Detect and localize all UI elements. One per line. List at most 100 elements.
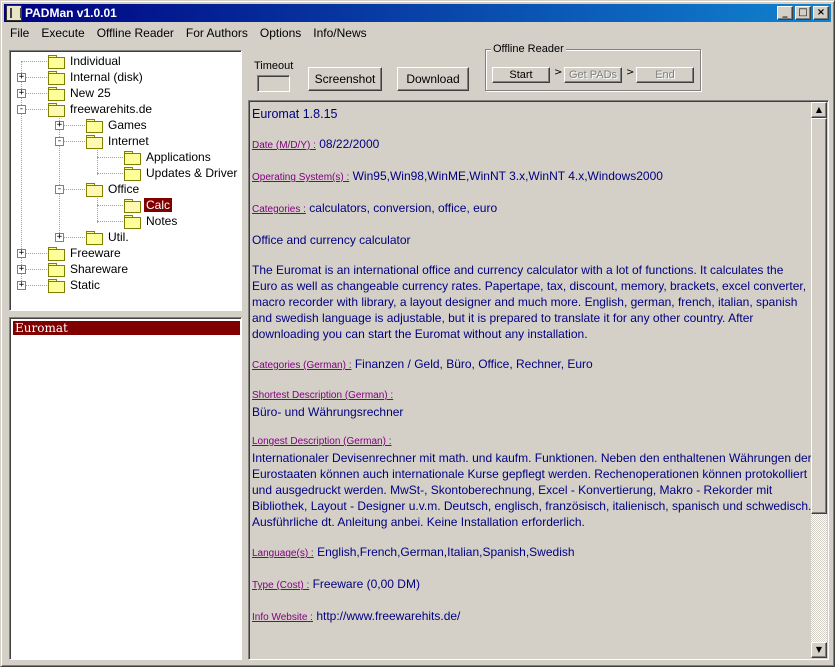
scroll-down-icon[interactable]: ▼ [811, 642, 827, 658]
open-folder-icon [124, 199, 141, 213]
date-field: Date (M/D/Y) : 08/22/2000 [252, 136, 812, 154]
folder-icon [124, 167, 141, 181]
timeout-label: Timeout [254, 60, 294, 72]
timeout-indicator [257, 75, 290, 92]
expand-icon[interactable]: + [17, 281, 26, 290]
tree-item-internal-disk[interactable]: Internal (disk) [48, 69, 145, 85]
pad-detail-view[interactable]: Euromat 1.8.15 Date (M/D/Y) : 08/22/2000… [248, 100, 829, 660]
scrollbar-thumb[interactable] [811, 118, 827, 514]
program-list[interactable]: Euromat [9, 317, 242, 660]
collapse-icon[interactable]: - [55, 185, 64, 194]
folder-icon [86, 119, 103, 133]
type-label: Type (Cost) : [252, 580, 310, 591]
folder-icon [48, 87, 65, 101]
tree-item-games[interactable]: Games [86, 117, 149, 133]
menu-offline-reader[interactable]: Offline Reader [91, 26, 180, 40]
offline-reader-title: Offline Reader [491, 43, 566, 55]
tree-item-applications[interactable]: Applications [124, 149, 213, 165]
categories-de-label: Categories (German) : [252, 360, 352, 371]
tree-item-updates-driver[interactable]: Updates & Driver [124, 165, 239, 181]
expand-icon[interactable]: + [17, 73, 26, 82]
tree-item-label: Util. [108, 230, 129, 244]
type-value: Freeware (0,00 DM) [312, 577, 420, 591]
tree-item-label: Office [108, 182, 140, 196]
tree-item-label: Individual [70, 54, 121, 68]
date-value: 08/22/2000 [319, 137, 380, 151]
folder-icon [86, 231, 103, 245]
folder-icon [48, 263, 65, 277]
short-de-value: Büro- und Währungsrechner [252, 405, 404, 419]
expand-icon[interactable]: + [17, 89, 26, 98]
tree-item-notes[interactable]: Notes [124, 213, 179, 229]
title-bar[interactable]: PADMan v1.0.01 _ □ × [4, 4, 831, 22]
tree-item-shareware[interactable]: Shareware [48, 261, 130, 277]
minimize-button[interactable]: _ [777, 6, 793, 20]
tree-item-label: Internal (disk) [70, 70, 143, 84]
list-item[interactable]: Euromat [13, 321, 240, 335]
program-title: Euromat 1.8.15 [252, 107, 338, 121]
os-label: Operating System(s) : [252, 172, 350, 183]
tree-item-label: New 25 [70, 86, 111, 100]
tree-item-new-25[interactable]: New 25 [48, 85, 113, 101]
open-folder-icon [86, 135, 103, 149]
tree-item-individual[interactable]: Individual [48, 53, 123, 69]
start-button[interactable]: Start [492, 67, 550, 83]
arrow-right-icon: > [554, 67, 563, 78]
folder-icon [124, 215, 141, 229]
get-pads-button[interactable]: Get PADs [564, 67, 622, 83]
categories-de-field: Categories (German) : Finanzen / Geld, B… [252, 356, 812, 374]
tree-item-internet[interactable]: Internet [86, 133, 151, 149]
collapse-icon[interactable]: - [55, 137, 64, 146]
menu-execute[interactable]: Execute [35, 26, 90, 40]
vertical-scrollbar[interactable]: ▲ ▼ [811, 102, 827, 658]
tree-item-util[interactable]: Util. [86, 229, 131, 245]
tree-item-label: Shareware [70, 262, 129, 276]
tree-item-calc[interactable]: Calc [124, 197, 173, 213]
expand-icon[interactable]: + [17, 249, 26, 258]
scroll-up-icon[interactable]: ▲ [811, 102, 827, 118]
tree-item-label: Freeware [70, 246, 121, 260]
website-field: Info Website : http://www.freewarehits.d… [252, 608, 812, 626]
tree-item-label: freewarehits.de [70, 102, 153, 116]
tree-item-static[interactable]: Static [48, 277, 102, 293]
screenshot-button[interactable]: Screenshot [308, 67, 382, 91]
window-title: PADMan v1.0.01 [25, 6, 117, 20]
tree-item-label: Applications [146, 150, 211, 164]
long-de-label: Longest Description (German) : [252, 436, 392, 447]
long-description: The Euromat is an international office a… [252, 263, 807, 341]
menu-file[interactable]: File [4, 26, 35, 40]
categories-de-value: Finanzen / Geld, Büro, Office, Rechner, … [354, 357, 593, 371]
categories-field: Categories : calculators, conversion, of… [252, 200, 812, 218]
expand-icon[interactable]: + [55, 233, 64, 242]
long-de-value: Internationaler Devisenrechner mit math.… [252, 451, 812, 529]
categories-value: calculators, conversion, office, euro [309, 201, 498, 215]
tree-item-office[interactable]: Office [86, 181, 141, 197]
menu-for-authors[interactable]: For Authors [180, 26, 254, 40]
menu-bar: File Execute Offline Reader For Authors … [4, 24, 373, 42]
end-button[interactable]: End [636, 67, 694, 83]
open-folder-icon [86, 183, 103, 197]
category-tree[interactable]: Individual + Internal (disk) + New 25 - … [9, 50, 242, 311]
language-label: Language(s) : [252, 548, 314, 559]
short-description: Office and currency calculator [252, 233, 411, 247]
menu-info-news[interactable]: Info/News [307, 26, 372, 40]
tree-item-freewarehits[interactable]: freewarehits.de [48, 101, 154, 117]
open-folder-icon [48, 103, 65, 117]
expand-icon[interactable]: + [17, 265, 26, 274]
long-de-field: Longest Description (German) : Internati… [252, 434, 812, 530]
tree-item-freeware[interactable]: Freeware [48, 245, 123, 261]
maximize-button[interactable]: □ [795, 6, 811, 20]
folder-icon [48, 55, 65, 69]
arrow-right-icon: > [626, 67, 635, 78]
tree-item-label: Calc [144, 198, 173, 212]
expand-icon[interactable]: + [55, 121, 64, 130]
language-field: Language(s) : English,French,German,Ital… [252, 544, 812, 562]
collapse-icon[interactable]: - [17, 105, 26, 114]
close-button[interactable]: × [813, 6, 829, 20]
website-link[interactable]: http://www.freewarehits.de/ [316, 609, 460, 623]
tree-item-label: Internet [108, 134, 149, 148]
download-button[interactable]: Download [397, 67, 469, 91]
menu-options[interactable]: Options [254, 26, 307, 40]
short-de-label: Shortest Description (German) : [252, 390, 394, 401]
os-value: Win95,Win98,WinME,WinNT 3.x,WinNT 4.x,Wi… [352, 169, 663, 183]
